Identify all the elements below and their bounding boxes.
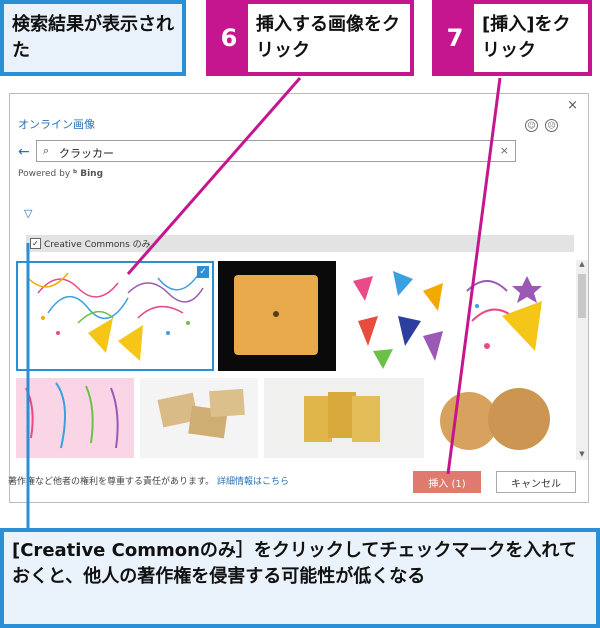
- party-horn-image: [466, 276, 542, 351]
- close-icon[interactable]: ×: [567, 98, 578, 113]
- result-image-golden-crackers[interactable]: [264, 378, 424, 458]
- round-cracker-2: [488, 388, 550, 450]
- golden-cracker-3: [352, 396, 380, 442]
- search-input[interactable]: ⌕ クラッカー ×: [36, 140, 516, 162]
- callout-note-text: [Creative Commonのみ］をクリックしてチェックマークを入れておくと…: [12, 540, 577, 587]
- result-image-round-crackers[interactable]: [430, 378, 566, 458]
- smile-feedback-icon[interactable]: ☺: [525, 119, 538, 132]
- result-image-party-popper[interactable]: ✓: [16, 261, 214, 371]
- step-6-number: 6: [210, 4, 248, 72]
- party-hats-image: [353, 271, 443, 369]
- result-image-party-hats[interactable]: [343, 261, 451, 371]
- scroll-up-icon[interactable]: ▲: [576, 260, 588, 270]
- cracker-hole: [273, 311, 279, 317]
- result-image-cheese-cracker[interactable]: [218, 261, 336, 371]
- copyright-text: 著作権など他者の権利を尊重する責任があります。: [8, 477, 215, 487]
- copyright-notice: 著作権など他者の権利を尊重する責任があります。 詳細情報はこちら: [8, 474, 289, 487]
- scroll-thumb[interactable]: [578, 274, 586, 318]
- step-7-number: 7: [436, 4, 474, 72]
- cracker-3: [209, 388, 245, 418]
- results-scrollbar[interactable]: ▲ ▼: [576, 260, 588, 460]
- scroll-down-icon[interactable]: ▼: [576, 450, 588, 460]
- callout-creative-commons-note: [Creative Commonのみ］をクリックしてチェックマークを入れておくと…: [0, 528, 600, 628]
- callout-step-7: 7 [挿入]をクリック: [432, 0, 592, 76]
- insert-button[interactable]: 挿入 (1): [413, 471, 481, 493]
- streamers-image: [25, 382, 119, 449]
- step-7-text: [挿入]をクリック: [482, 14, 571, 61]
- step-6-text: 挿入する画像をクリック: [256, 14, 400, 61]
- selected-check-icon: ✓: [197, 266, 209, 278]
- callout-results-text: 検索結果が表示された: [12, 14, 174, 61]
- callout-results-shown: 検索結果が表示された: [0, 0, 186, 76]
- filter-funnel-icon[interactable]: ▽: [24, 207, 32, 220]
- back-arrow-icon[interactable]: ←: [18, 144, 30, 160]
- result-image-square-crackers[interactable]: [140, 378, 258, 458]
- creative-commons-filter[interactable]: ✓ Creative Commons のみ: [26, 235, 574, 252]
- callout-step-6: 6 挿入する画像をクリック: [206, 0, 414, 76]
- frown-feedback-icon[interactable]: ☹: [545, 119, 558, 132]
- bing-label: Bing: [80, 169, 104, 179]
- cancel-button[interactable]: キャンセル: [496, 471, 576, 493]
- search-icon: ⌕: [43, 144, 50, 157]
- creative-commons-label: Creative Commons のみ: [44, 240, 151, 250]
- powered-by: Powered by ᵇ Bing: [18, 169, 103, 179]
- party-popper-image: [27, 272, 204, 361]
- search-value: クラッカー: [59, 147, 114, 160]
- clear-search-icon[interactable]: ×: [500, 144, 509, 157]
- more-info-link[interactable]: 詳細情報はこちら: [217, 477, 289, 487]
- powered-by-label: Powered by: [18, 169, 71, 179]
- online-pictures-dialog: × オンライン画像 ☺ ☹ ← ⌕ クラッカー × Powered by ᵇ B…: [8, 93, 589, 503]
- result-image-streamers[interactable]: [16, 378, 134, 458]
- creative-commons-checkbox[interactable]: ✓: [30, 238, 41, 249]
- dialog-title: オンライン画像: [18, 118, 95, 131]
- result-image-party-horn[interactable]: [457, 261, 565, 371]
- bing-logo-icon: ᵇ: [73, 169, 78, 179]
